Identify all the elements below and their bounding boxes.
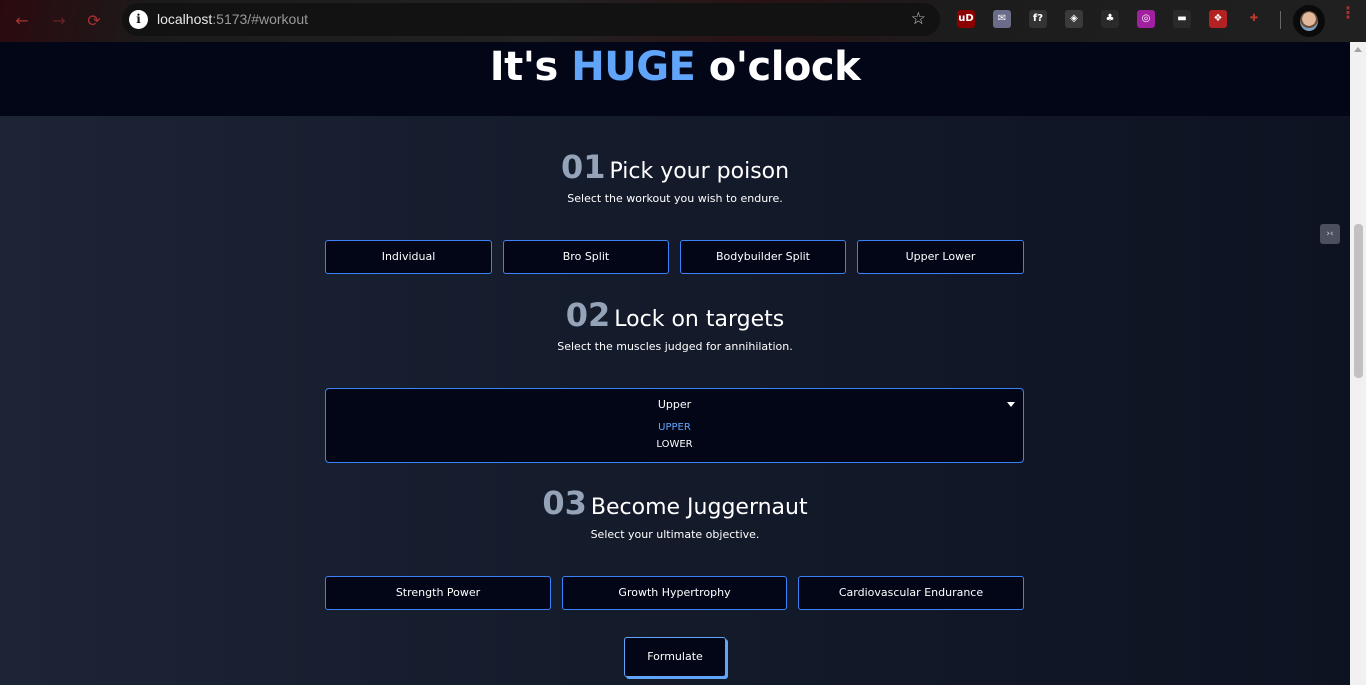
muscle-option-lower[interactable]: LOWER [326,439,1023,450]
workout-option-bodybuilder-split[interactable]: Bodybuilder Split [680,240,846,274]
step-1-subtitle: Select the workout you wish to endure. [567,192,783,205]
step-3-heading: 03 Become Juggernaut [0,484,1350,522]
scroll-up-arrow-icon[interactable] [1354,47,1362,52]
step-3-subtitle: Select your ultimate objective. [590,528,760,541]
caret-down-icon[interactable] [1007,402,1015,407]
page-scrollbar[interactable] [1350,42,1366,685]
hero-banner: It's HUGE o'clock [0,42,1350,116]
puzzle-icon[interactable]: ✚ [1245,10,1263,28]
step-1-heading: 01 Pick your poison [0,148,1350,186]
shield-ext-icon[interactable]: ◈ [1065,10,1083,28]
site-info-icon[interactable]: i [129,10,148,29]
step-2-title: Lock on targets [614,307,785,332]
step-3-header: 03 Become Juggernaut Select your ultimate… [0,484,1350,541]
profile-avatar[interactable] [1293,5,1325,37]
workout-option-upper-lower[interactable]: Upper Lower [857,240,1024,274]
scrollbar-thumb[interactable] [1354,224,1363,378]
collapse-widget-icon[interactable]: ›‹ [1320,224,1340,244]
step-2-heading: 02 Lock on targets [0,296,1350,334]
step-1-title: Pick your poison [609,159,790,184]
ublock-icon[interactable]: uD [957,10,975,28]
step-3-title: Become Juggernaut [590,495,808,520]
browser-toolbar: ← → ⟳ i localhost:5173/#workout ☆ uD ✉ f… [0,0,1366,42]
step-3-number: 03 [542,484,587,522]
objective-option-strength-power[interactable]: Strength Power [325,576,551,610]
step-2-number: 02 [565,296,611,334]
url-host: localhost [157,11,213,27]
workout-option-individual[interactable]: Individual [325,240,492,274]
title-prefix: It's [489,44,572,90]
mail-ext-icon[interactable]: ✉ [993,10,1011,28]
objective-option-growth-hypertrophy[interactable]: Growth Hypertrophy [562,576,787,610]
toolbar-divider [1280,11,1281,29]
page-title: It's HUGE o'clock [0,44,1350,90]
purple-ext-icon[interactable]: ◎ [1137,10,1155,28]
url-text[interactable]: localhost:5173/#workout [157,11,308,27]
back-icon[interactable]: ← [11,10,33,32]
step-1-header: 01 Pick your poison Select the workout yo… [0,148,1350,205]
muscle-select[interactable]: Upper UPPER LOWER [325,388,1024,463]
tree-ext-icon[interactable]: ♣ [1101,10,1119,28]
avatar [1300,11,1318,31]
bookmark-star-icon[interactable]: ☆ [911,9,926,29]
address-bar[interactable]: i localhost:5173/#workout ☆ [122,3,940,36]
title-accent: HUGE [571,44,696,90]
objective-option-cardiovascular-endurance[interactable]: Cardiovascular Endurance [798,576,1024,610]
kebab-menu-icon[interactable]: ⋮ [1340,5,1356,21]
red-ext-icon[interactable]: ❖ [1209,10,1227,28]
workout-option-bro-split[interactable]: Bro Split [503,240,669,274]
step-2-header: 02 Lock on targets Select the muscles jud… [0,296,1350,353]
reload-icon[interactable]: ⟳ [83,10,105,32]
step-1-number: 01 [560,148,606,186]
gamepad-ext-icon[interactable]: ▬ [1173,10,1191,28]
title-suffix: o'clock [695,44,861,90]
formulate-button[interactable]: Formulate [624,637,726,677]
fontface-ext-icon[interactable]: f? [1029,10,1047,28]
forward-icon[interactable]: → [48,10,70,32]
muscle-select-value[interactable]: Upper [326,398,1023,411]
url-path: :5173/#workout [212,11,308,27]
muscle-option-upper[interactable]: UPPER [326,422,1023,433]
page: It's HUGE o'clock 01 Pick your poison Sel… [0,42,1350,685]
step-2-subtitle: Select the muscles judged for annihilati… [557,340,793,353]
